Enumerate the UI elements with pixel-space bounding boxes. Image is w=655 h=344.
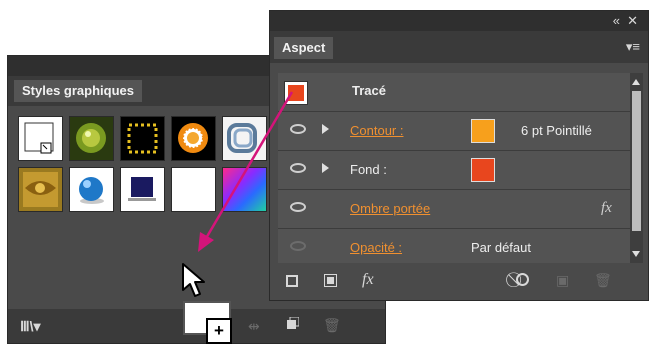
style-swatch-blank[interactable]	[171, 167, 216, 212]
tab-styles-graphiques[interactable]: Styles graphiques	[14, 80, 142, 102]
trash-icon[interactable]: 🗑	[323, 318, 341, 332]
scroll-up-icon[interactable]	[632, 79, 640, 85]
style-swatch-green-gem[interactable]	[69, 116, 114, 161]
opacity-label[interactable]: Opacité :	[350, 240, 402, 256]
aspect-row-drop-shadow[interactable]: Ombre portée fx	[278, 190, 630, 228]
expand-triangle-icon[interactable]	[322, 163, 329, 173]
eye-icon[interactable]	[290, 163, 306, 173]
scroll-thumb[interactable]	[632, 91, 641, 231]
style-swatch-blue-sphere[interactable]	[69, 167, 114, 212]
fill-color-swatch[interactable]	[471, 158, 495, 182]
style-swatch-dotted-square[interactable]	[120, 116, 165, 161]
opacity-value: Par défaut	[471, 240, 531, 255]
drag-add-badge: +	[206, 318, 232, 344]
style-swatch-sun-burst[interactable]	[171, 116, 216, 161]
duplicate-item-icon[interactable]: ▣	[556, 273, 569, 287]
add-stroke-icon[interactable]	[286, 275, 298, 287]
style-swatch-rainbow[interactable]	[222, 167, 267, 212]
aspect-scrollbar[interactable]	[630, 73, 643, 263]
aspect-row-path[interactable]: Tracé	[278, 73, 630, 111]
style-swatch-navy-square[interactable]	[120, 167, 165, 212]
style-swatch-default[interactable]	[18, 116, 63, 161]
aspect-titlebar[interactable]: « ✕	[270, 11, 648, 31]
eye-icon[interactable]	[290, 202, 306, 212]
mouse-pointer-icon	[182, 263, 205, 297]
path-swatch	[284, 81, 308, 105]
fx-icon[interactable]: fx	[601, 200, 612, 216]
add-fill-icon[interactable]	[324, 274, 337, 287]
scroll-down-icon[interactable]	[632, 251, 640, 257]
style-swatch-blue-rings[interactable]	[222, 116, 267, 161]
aspect-list: Tracé Contour : 6 pt Pointillé Fond : Om…	[278, 73, 630, 263]
aspect-footer: fx ⃠ ▣ 🗑	[270, 263, 648, 300]
stroke-label[interactable]: Contour :	[350, 123, 403, 139]
eye-icon[interactable]	[290, 124, 306, 134]
aspect-row-opacity[interactable]: Opacité : Par défaut	[278, 229, 630, 263]
stroke-value: 6 pt Pointillé	[521, 123, 592, 138]
aspect-row-stroke[interactable]: Contour : 6 pt Pointillé	[278, 112, 630, 150]
collapse-icon[interactable]: «	[613, 13, 620, 28]
aspect-tabbar: Aspect ▾≡	[270, 31, 648, 63]
trash-icon[interactable]: 🗑	[594, 273, 612, 287]
new-style-icon[interactable]	[285, 316, 300, 333]
style-swatch-gold-texture[interactable]	[18, 167, 63, 212]
fill-label[interactable]: Fond :	[350, 162, 387, 178]
aspect-row-fill[interactable]: Fond :	[278, 151, 630, 189]
drop-shadow-label[interactable]: Ombre portée	[350, 201, 430, 217]
path-label: Tracé	[352, 83, 386, 98]
break-link-icon[interactable]: ⇹	[248, 319, 260, 333]
panel-menu-icon[interactable]: ▾≡	[626, 39, 640, 55]
aspect-panel: « ✕ Aspect ▾≡ Tracé Contour : 6 pt Point…	[270, 11, 648, 300]
stroke-color-swatch[interactable]	[471, 119, 495, 143]
expand-triangle-icon[interactable]	[322, 124, 329, 134]
tab-aspect[interactable]: Aspect	[274, 37, 334, 59]
library-menu-icon[interactable]: Ⅲ\▾	[20, 319, 41, 333]
add-effect-icon[interactable]: fx	[362, 272, 374, 288]
close-icon[interactable]: ✕	[627, 13, 638, 29]
clear-appearance-icon-shape	[516, 273, 529, 286]
eye-icon[interactable]	[290, 241, 306, 251]
